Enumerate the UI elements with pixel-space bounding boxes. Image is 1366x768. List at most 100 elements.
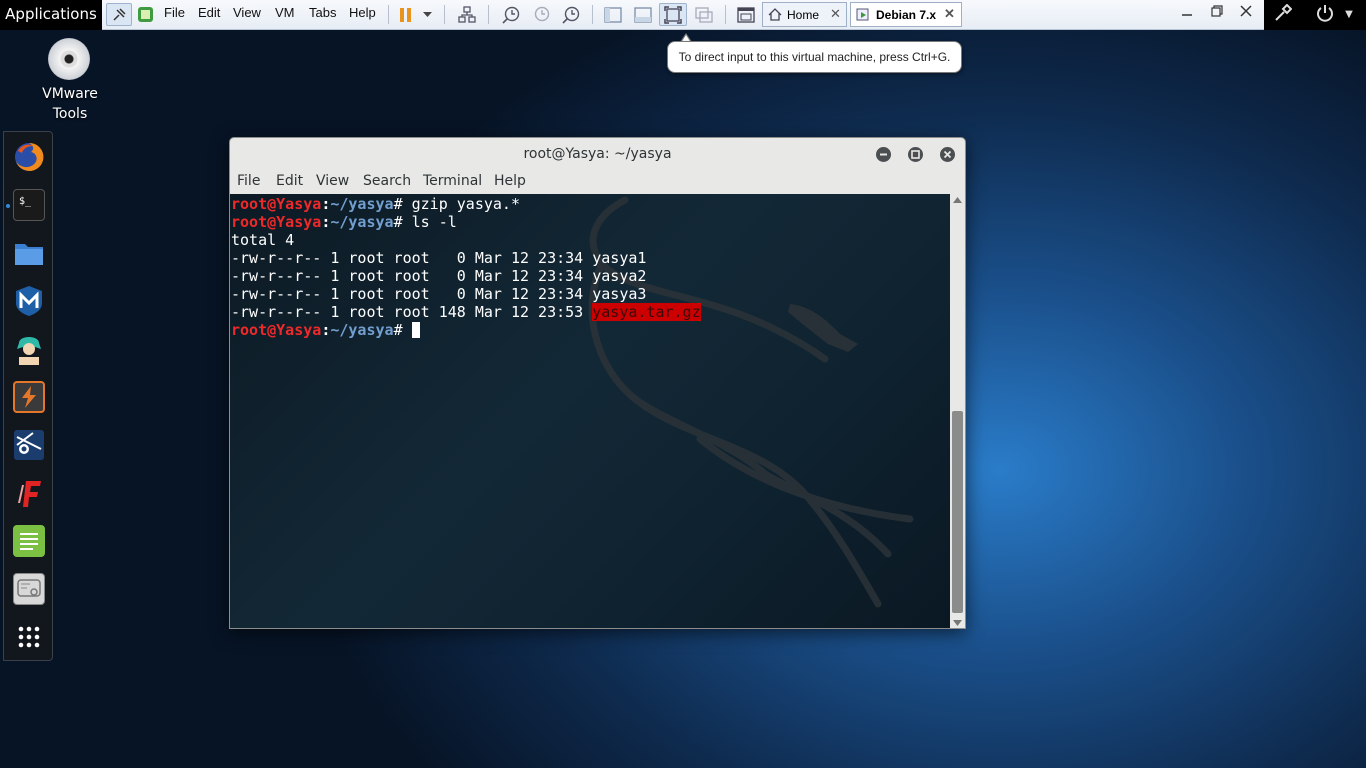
files-icon[interactable] [13,237,45,269]
home-icon [768,8,782,21]
burpsuite-icon[interactable] [13,381,45,413]
desktop-icon-label: VMware [42,86,98,102]
prompt-path: ~/yasya [330,213,394,231]
running-indicator [6,204,10,208]
terminal-icon[interactable]: $_ [13,189,45,221]
kali-tool-icon[interactable] [1272,3,1294,26]
vm-menu-vm[interactable]: VM [275,5,295,20]
leafpad-icon[interactable] [13,525,45,557]
close-icon[interactable] [1236,5,1256,21]
prompt-path: ~/yasya [330,321,394,339]
snapshot-take-button[interactable] [498,3,522,26]
terminal-line: -rw-r--r-- 1 root root 0 Mar 12 23:34 ya… [231,285,647,303]
send-ctrl-alt-del-button[interactable] [454,3,478,26]
scrollbar[interactable] [950,194,965,628]
svg-text:$_: $_ [19,196,32,207]
vm-menu-view[interactable]: View [233,5,261,20]
full-screen-button[interactable] [659,3,687,26]
faraday-icon[interactable] [13,477,45,509]
restore-icon[interactable] [1207,5,1227,21]
minimize-icon[interactable] [1177,5,1197,21]
vm-menu-file[interactable]: File [164,5,185,20]
terminal-menubar: File Edit View Search Terminal Help [230,170,965,194]
prompt-user: root@Yasya [231,213,322,231]
tab-debian[interactable]: Debian 7.x ✕ [850,2,962,27]
prompt-colon: : [321,213,331,231]
terminal-line: root@Yasya:~/yasya# gzip yasya.* [231,195,701,213]
prompt-user: root@Yasya [231,321,322,339]
vm-menu-help[interactable]: Help [349,5,376,20]
unity-button[interactable] [691,3,715,26]
cd-icon[interactable] [48,38,90,80]
tab-home[interactable]: Home ✕ [762,2,847,27]
toolbar-separator [488,5,489,24]
prompt-colon: : [321,321,331,339]
system-tray: ▼ [1264,0,1366,30]
toolbar-separator [388,5,389,24]
close-icon[interactable] [940,147,955,162]
close-icon[interactable]: ✕ [944,6,955,22]
archive-file-name: yasya.tar.gz [592,303,701,321]
prompt-colon: : [321,195,331,213]
prompt-path: ~/yasya [330,195,394,213]
toolbar-separator [592,5,593,24]
terminal-line: root@Yasya:~/yasya# ls -l [231,213,701,231]
menu-help[interactable]: Help [494,173,526,189]
scroll-up-icon[interactable] [953,197,962,203]
command-text: gzip yasya.* [411,195,520,213]
ls-row-prefix: -rw-r--r-- 1 root root 148 Mar 12 23:53 [231,303,593,321]
pause-button[interactable] [394,3,416,26]
desktop-icon-vmware-tools[interactable]: VMware Tools [30,84,110,124]
text-cursor [411,322,420,338]
unity-pin-button[interactable] [106,3,132,26]
terminal-window: root@Yasya: ~/yasya File Edit View Searc… [229,137,966,629]
console-view-button[interactable] [732,3,758,26]
scroll-down-icon[interactable] [953,620,962,626]
vm-menu-tabs[interactable]: Tabs [309,5,336,20]
power-icon[interactable] [1314,4,1336,26]
maltego-icon[interactable] [13,429,45,461]
menu-view[interactable]: View [316,173,349,189]
close-icon[interactable]: ✕ [830,6,841,22]
show-apps-icon[interactable] [13,621,45,653]
minimize-icon[interactable] [876,147,891,162]
desktop-icon-label: Tools [52,106,88,122]
prompt-symbol: # [393,213,412,231]
scrollbar-thumb[interactable] [952,411,963,613]
menu-search[interactable]: Search [363,173,411,189]
terminal-line: root@Yasya:~/yasya# [231,321,701,339]
dock: $_ [3,131,53,661]
metasploit-icon[interactable] [13,285,45,317]
maximize-icon[interactable] [908,147,923,162]
chevron-down-icon[interactable]: ▼ [1338,4,1360,26]
terminal-line: -rw-r--r-- 1 root root 0 Mar 12 23:34 ya… [231,267,647,285]
armitage-icon[interactable] [13,333,45,365]
terminal-output[interactable]: root@Yasya:~/yasya# gzip yasya.* root@Yas… [230,194,950,628]
firefox-icon[interactable] [13,141,45,173]
menu-terminal[interactable]: Terminal [423,173,482,189]
terminal-text: root@Yasya:~/yasya# gzip yasya.* root@Yas… [231,195,701,339]
applications-menu[interactable]: Applications [0,0,102,30]
vm-tab-icon [856,8,869,21]
snapshot-revert-button[interactable] [528,3,552,26]
terminal-line: -rw-r--r-- 1 root root 0 Mar 12 23:34 ya… [231,249,647,267]
prompt-user: root@Yasya [231,195,322,213]
cherrytree-icon[interactable] [13,573,45,605]
toolbar-separator [725,5,726,24]
power-dropdown-button[interactable] [418,3,436,26]
menu-edit[interactable]: Edit [276,173,303,189]
vm-status-button[interactable] [134,3,156,26]
thumbnail-bar-button[interactable] [630,3,654,26]
toolbar-separator [444,5,445,24]
tab-debian-label: Debian 7.x [876,8,937,22]
prompt-symbol: # [393,321,412,339]
tab-home-label: Home [787,8,820,22]
prompt-symbol: # [393,195,412,213]
input-grab-tooltip: To direct input to this virtual machine,… [667,41,962,73]
command-text: ls -l [411,213,457,231]
menu-file[interactable]: File [237,173,260,189]
show-library-button[interactable] [600,3,624,26]
vm-menu-edit[interactable]: Edit [198,5,220,20]
vmware-toolbar: File Edit View VM Tabs Help Home ✕ Debia… [102,0,1264,30]
snapshot-manager-button[interactable] [558,3,582,26]
